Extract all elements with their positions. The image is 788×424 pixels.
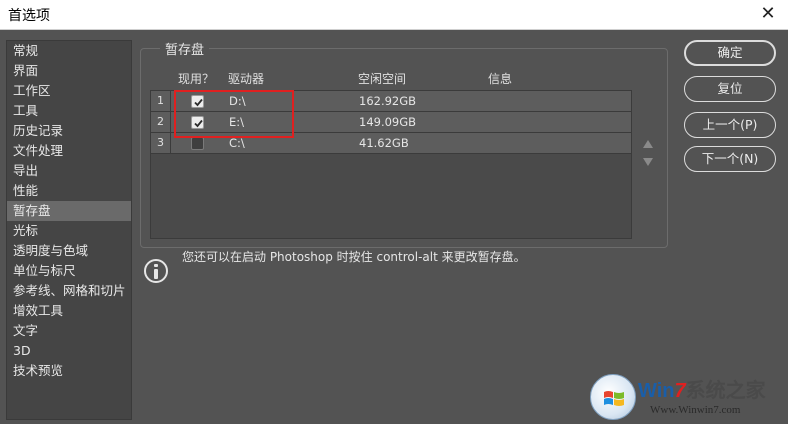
sidebar-item-scratch-disks[interactable]: 暂存盘: [7, 201, 131, 221]
sidebar-item-3d[interactable]: 3D: [7, 341, 131, 361]
sidebar-item-history[interactable]: 历史记录: [7, 121, 131, 141]
checkmark-icon: [194, 119, 203, 128]
column-header-info: 信息: [488, 72, 513, 86]
window-title: 首选项: [8, 8, 50, 24]
reset-button[interactable]: 复位: [684, 76, 776, 102]
drive-name: C:\: [229, 136, 245, 150]
active-checkbox[interactable]: [191, 95, 204, 108]
table-row[interactable]: 3 C:\ 41.62GB: [151, 133, 631, 154]
move-down-arrow-icon[interactable]: [642, 156, 654, 168]
brand-seven: 7: [674, 380, 686, 402]
sidebar-item-cursors[interactable]: 光标: [7, 221, 131, 241]
sidebar-item-export[interactable]: 导出: [7, 161, 131, 181]
close-icon[interactable]: ✕: [756, 2, 780, 26]
sidebar-item-interface[interactable]: 界面: [7, 61, 131, 81]
table-row[interactable]: 2 E:\ 149.09GB: [151, 112, 631, 133]
windows-flag-icon: [604, 391, 624, 406]
sidebar-item-general[interactable]: 常规: [7, 41, 131, 61]
sidebar-item-workspace[interactable]: 工作区: [7, 81, 131, 101]
sidebar-item-units-rulers[interactable]: 单位与标尺: [7, 261, 131, 281]
row-number: 1: [151, 91, 171, 111]
site-watermark: Win7系统之家 Www.Winwin7.com: [590, 370, 788, 424]
preferences-dialog: 常规 界面 工作区 工具 历史记录 文件处理 导出 性能 暂存盘 光标 透明度与…: [0, 30, 788, 424]
category-list: 常规 界面 工作区 工具 历史记录 文件处理 导出 性能 暂存盘 光标 透明度与…: [6, 40, 132, 420]
active-checkbox[interactable]: [191, 116, 204, 129]
row-number: 2: [151, 112, 171, 132]
sidebar-item-technology-previews[interactable]: 技术预览: [7, 361, 131, 381]
previous-button[interactable]: 上一个(P): [684, 112, 776, 138]
drive-name: D:\: [229, 94, 246, 108]
column-header-free-space: 空闲空间: [358, 72, 407, 86]
next-button[interactable]: 下一个(N): [684, 146, 776, 172]
sidebar-item-transparency-gamut[interactable]: 透明度与色域: [7, 241, 131, 261]
info-icon: [144, 259, 168, 283]
ok-button[interactable]: 确定: [684, 40, 776, 66]
column-header-active: 现用？: [178, 72, 215, 86]
brand-rest: 系统之家: [685, 380, 766, 402]
info-note: 您还可以在启动 Photoshop 时按住 control-alt 来更改暂存盘…: [182, 250, 526, 264]
move-up-arrow-icon[interactable]: [642, 138, 654, 150]
free-space: 41.62GB: [359, 136, 409, 150]
sidebar-item-type[interactable]: 文字: [7, 321, 131, 341]
group-title: 暂存盘: [160, 39, 210, 58]
windows-logo-icon: [590, 374, 636, 420]
active-checkbox[interactable]: [191, 137, 204, 150]
scratch-disk-table: 1 D:\ 162.92GB 2 E:\ 149.09GB 3 C:\ 41.6…: [150, 90, 632, 239]
drive-name: E:\: [229, 115, 245, 129]
table-header: 现用？ 驱动器 空闲空间 信息: [178, 70, 638, 88]
sidebar-item-performance[interactable]: 性能: [7, 181, 131, 201]
sidebar-item-guides-grid-slices[interactable]: 参考线、网格和切片: [7, 281, 131, 301]
sidebar-item-file-handling[interactable]: 文件处理: [7, 141, 131, 161]
watermark-url: Www.Winwin7.com: [650, 404, 741, 416]
checkmark-icon: [194, 98, 203, 107]
table-row[interactable]: 1 D:\ 162.92GB: [151, 91, 631, 112]
column-header-drive: 驱动器: [228, 72, 265, 86]
watermark-brand: Win7系统之家: [638, 374, 766, 403]
free-space: 162.92GB: [359, 94, 417, 108]
brand-win: Win: [638, 380, 675, 402]
sidebar-item-tools[interactable]: 工具: [7, 101, 131, 121]
window-titlebar: 首选项 ✕: [0, 0, 788, 30]
sidebar-item-plugins[interactable]: 增效工具: [7, 301, 131, 321]
free-space: 149.09GB: [359, 115, 417, 129]
row-number: 3: [151, 133, 171, 153]
